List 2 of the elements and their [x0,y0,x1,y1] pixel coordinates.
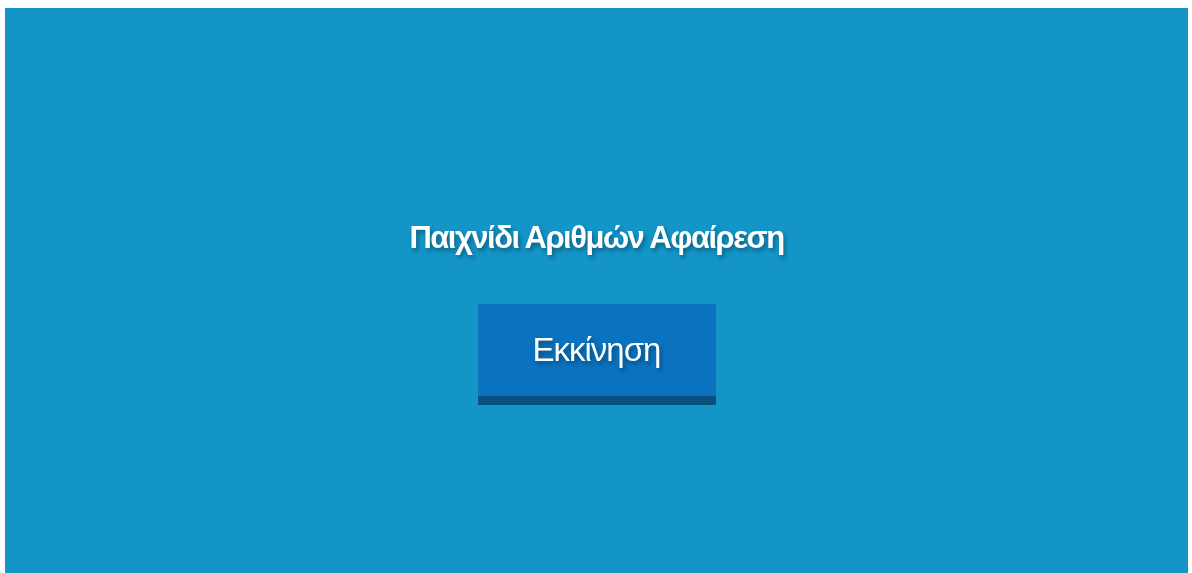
start-button[interactable]: Εκκίνηση [477,304,716,405]
game-title: Παιχνίδι Αριθμών Αφαίρεση [409,220,784,256]
